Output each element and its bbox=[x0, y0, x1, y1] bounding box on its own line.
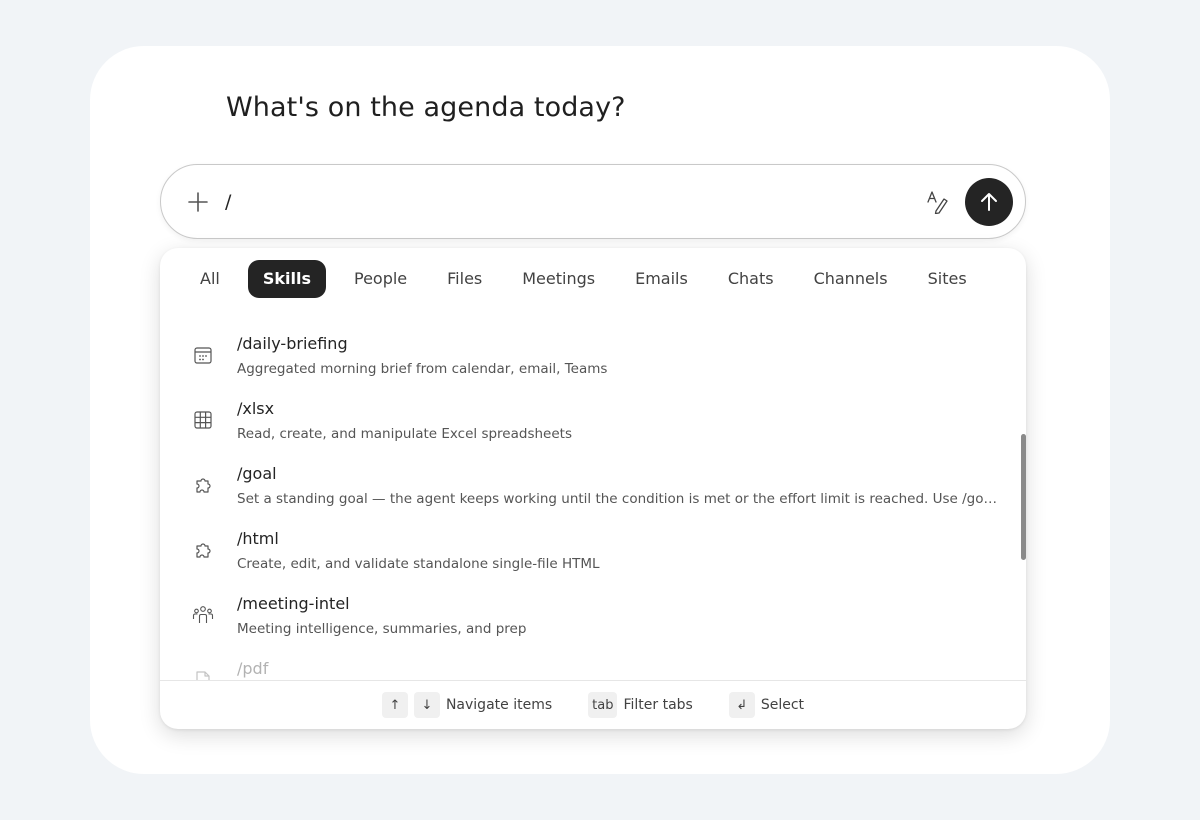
item-description: Read, create, and manipulate Excel sprea… bbox=[237, 426, 572, 442]
item-description: Create, edit, and validate standalone si… bbox=[237, 556, 600, 572]
arrow-up-icon bbox=[981, 193, 997, 211]
puzzle-icon bbox=[192, 539, 214, 561]
up-arrow-key: ↑ bbox=[381, 692, 408, 718]
filter-label: Filter tabs bbox=[623, 697, 693, 713]
list-item-daily-briefing[interactable]: /daily-briefing Aggregated morning brief… bbox=[160, 328, 1026, 393]
filter-hint: tab Filter tabs bbox=[588, 692, 693, 718]
tab-chats[interactable]: Chats bbox=[716, 260, 786, 298]
text-format-button[interactable] bbox=[921, 187, 953, 217]
select-hint: ↲ Select bbox=[728, 692, 805, 718]
list-item-xlsx[interactable]: /xlsx Read, create, and manipulate Excel… bbox=[160, 393, 1026, 458]
keyboard-hints: ↑ ↓ Navigate items tab Filter tabs ↲ Sel… bbox=[160, 680, 1026, 729]
item-description: Set a standing goal — the agent keeps wo… bbox=[237, 491, 999, 507]
item-name: /pdf bbox=[237, 659, 269, 678]
list-item-goal[interactable]: /goal Set a standing goal — the agent ke… bbox=[160, 458, 1026, 523]
page-title: What's on the agenda today? bbox=[226, 92, 626, 123]
item-name: /daily-briefing bbox=[237, 334, 348, 353]
list-item-meeting-intel[interactable]: /meeting-intel Meeting intelligence, sum… bbox=[160, 588, 1026, 653]
skills-picker-popup: All Skills People Files Meetings Emails … bbox=[160, 248, 1026, 729]
message-input[interactable] bbox=[225, 183, 905, 221]
item-name: /goal bbox=[237, 464, 277, 483]
plus-icon bbox=[188, 192, 208, 212]
chat-composer bbox=[160, 164, 1026, 239]
navigate-label: Navigate items bbox=[445, 697, 553, 713]
document-icon bbox=[192, 669, 214, 680]
filter-tabs: All Skills People Files Meetings Emails … bbox=[188, 260, 995, 298]
people-icon bbox=[192, 604, 214, 626]
text-format-icon bbox=[927, 191, 948, 214]
enter-key: ↲ bbox=[728, 692, 755, 718]
tab-meetings[interactable]: Meetings bbox=[510, 260, 607, 298]
down-arrow-key: ↓ bbox=[413, 692, 440, 718]
item-name: /xlsx bbox=[237, 399, 275, 418]
navigate-hint: ↑ ↓ Navigate items bbox=[381, 692, 553, 718]
calendar-icon bbox=[192, 344, 214, 366]
puzzle-icon bbox=[192, 474, 214, 496]
list-item-pdf[interactable]: /pdf bbox=[160, 653, 1026, 680]
list-item-html[interactable]: /html Create, edit, and validate standal… bbox=[160, 523, 1026, 588]
add-attachment-button[interactable] bbox=[183, 187, 213, 217]
item-description: Meeting intelligence, summaries, and pre… bbox=[237, 621, 527, 637]
tab-sites[interactable]: Sites bbox=[916, 260, 979, 298]
tab-emails[interactable]: Emails bbox=[623, 260, 700, 298]
send-button[interactable] bbox=[965, 178, 1013, 226]
tab-files[interactable]: Files bbox=[435, 260, 494, 298]
item-description: Aggregated morning brief from calendar, … bbox=[237, 361, 608, 377]
tab-all[interactable]: All bbox=[188, 260, 232, 298]
tab-channels[interactable]: Channels bbox=[802, 260, 900, 298]
tab-skills[interactable]: Skills bbox=[247, 260, 326, 298]
list-scrollbar[interactable] bbox=[1021, 434, 1026, 560]
item-name: /html bbox=[237, 529, 279, 548]
table-icon bbox=[192, 409, 214, 431]
select-label: Select bbox=[760, 697, 805, 713]
skills-list: /daily-briefing Aggregated morning brief… bbox=[160, 328, 1026, 680]
item-name: /meeting-intel bbox=[237, 594, 350, 613]
tab-people[interactable]: People bbox=[342, 260, 419, 298]
tab-key: tab bbox=[588, 692, 618, 718]
